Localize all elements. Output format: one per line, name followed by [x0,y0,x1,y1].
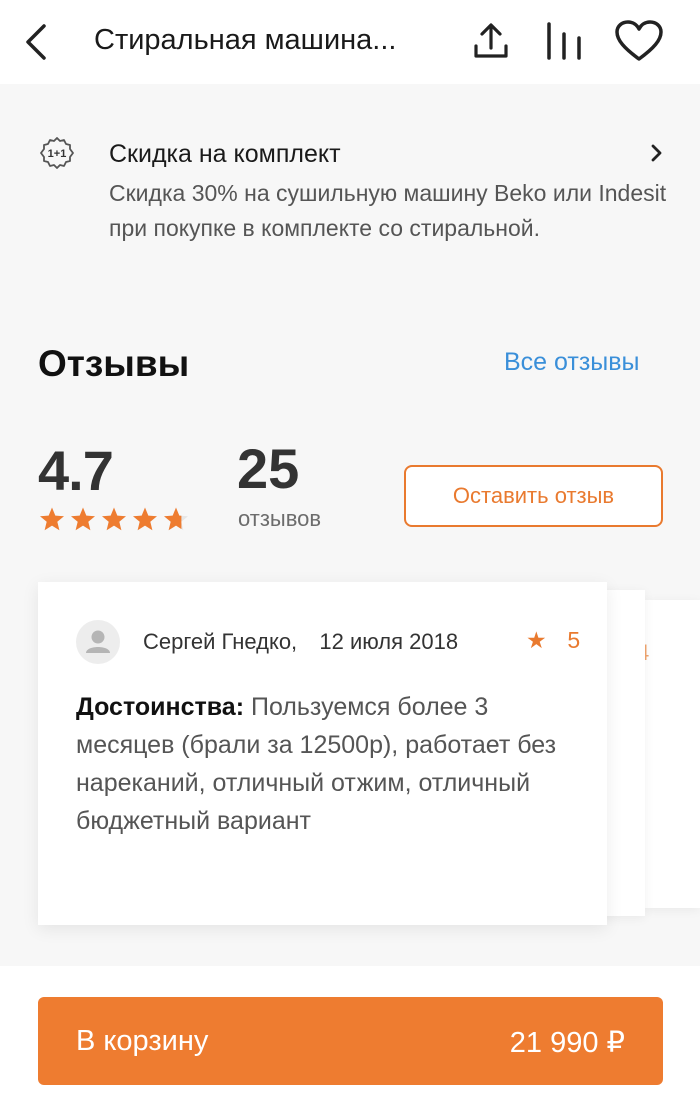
star-icon [102,507,126,531]
review-pros-label: Достоинства: [76,693,245,721]
star-icon [40,507,64,531]
user-avatar-icon [76,620,120,664]
page-title: Стиральная машина... [94,24,397,56]
chevron-right-icon [648,142,666,169]
back-button[interactable] [20,22,54,62]
average-rating: 4.7 [38,439,114,502]
cart-button-label: В корзину [76,1025,209,1057]
star-icon [71,507,95,531]
reviews-count: 25 [237,437,300,500]
star-icon [133,507,157,531]
review-rating-value: 5 [567,627,581,653]
review-date: 12 июля 2018 [319,629,459,654]
promo-description: Скидка 30% на сушильную машину Beko или … [109,180,667,241]
heart-icon [615,20,663,61]
rating-stars [38,506,190,532]
compare-button[interactable] [543,20,585,67]
top-bar: Стиральная машина... [0,0,700,84]
review-author-line: Сергей Гнедко, 12 июля 2018 [143,629,458,655]
all-reviews-link[interactable]: Все отзывы [504,348,640,377]
review-text: Достоинства: Пользуемся более 3 месяцев … [76,688,576,840]
share-button[interactable] [470,20,512,67]
review-rating: ★ 5 [526,627,580,654]
bundle-1plus1-icon: 1+1 [40,136,74,170]
review-card-back[interactable]: 4 [637,600,700,908]
share-icon [474,23,508,58]
review-card[interactable]: Сергей Гнедко, 12 июля 2018 ★ 5 Достоинс… [38,582,607,925]
leave-review-button[interactable]: Оставить отзыв [404,465,663,527]
reviews-heading: Отзывы [38,343,190,384]
compare-icon [547,22,581,60]
favorite-button[interactable] [614,20,664,67]
promo-title: Скидка на комплект [109,140,341,168]
star-icon [164,507,188,531]
star-icon: ★ [526,627,547,653]
reviews-count-label: отзывов [238,506,322,531]
product-price: 21 990 ₽ [509,1027,625,1059]
svg-text:1+1: 1+1 [48,148,67,160]
chevron-left-icon [26,24,46,60]
review-author: Сергей Гнедко, [143,629,298,654]
add-to-cart-button[interactable]: В корзину 21 990 ₽ [38,997,663,1085]
